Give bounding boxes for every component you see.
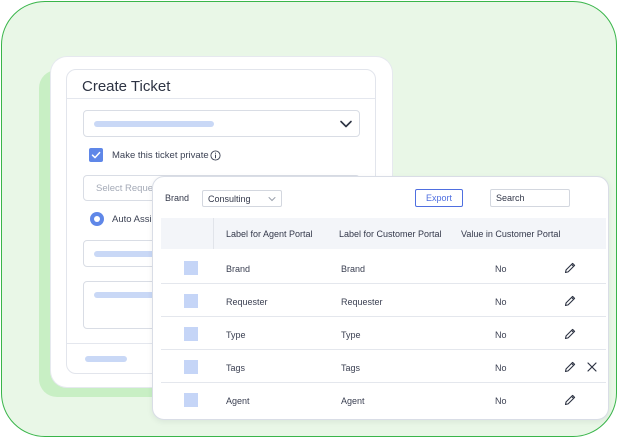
private-label: Make this ticket private (112, 150, 209, 161)
pencil-icon[interactable] (563, 393, 577, 407)
agent-label-cell: Agent (226, 396, 250, 406)
auto-assign-radio[interactable] (90, 212, 104, 226)
ticket-fields-table-card: Brand Consulting Export Search Label for… (152, 176, 609, 420)
search-input[interactable]: Search (490, 189, 570, 207)
pencil-icon[interactable] (563, 360, 577, 374)
value-cell: No (495, 297, 507, 307)
illustration-stage: Create Ticket Make this ticket private S… (0, 0, 620, 440)
value-cell: No (495, 396, 507, 406)
column-header-value: Value in Customer Portal (461, 229, 561, 239)
table-header: Label for Agent Portal Label for Custome… (161, 218, 606, 249)
value-cell: No (495, 264, 507, 274)
header-divider (213, 218, 214, 249)
table-row[interactable]: Brand Brand No (161, 251, 606, 284)
drag-handle[interactable] (184, 294, 198, 308)
drag-handle[interactable] (184, 327, 198, 341)
drag-handle[interactable] (184, 360, 198, 374)
agent-label-cell: Requester (226, 297, 268, 307)
customer-label-cell: Brand (341, 264, 366, 274)
drag-handle[interactable] (184, 261, 198, 275)
table-row[interactable]: Requester Requester No (161, 284, 606, 317)
customer-label-cell: Tags (341, 363, 361, 373)
table-row[interactable]: Tags Tags No (161, 350, 606, 383)
value-cell: No (495, 330, 507, 340)
brand-select[interactable]: Consulting (202, 190, 282, 207)
column-header-customer: Label for Customer Portal (339, 229, 442, 239)
title-divider (67, 98, 375, 99)
check-icon (91, 151, 101, 159)
customer-label-cell: Agent (341, 396, 365, 406)
value-cell: No (495, 363, 507, 373)
brand-select-value: Consulting (208, 194, 251, 204)
private-checkbox[interactable] (89, 148, 103, 162)
info-icon[interactable] (210, 150, 221, 161)
table-row[interactable]: Agent Agent No (161, 383, 606, 416)
export-button[interactable]: Export (415, 189, 463, 207)
pencil-icon[interactable] (563, 294, 577, 308)
customer-label-cell: Requester (341, 297, 383, 307)
auto-assign-label: Auto Assig (112, 214, 157, 225)
footer-placeholder-bar (85, 356, 127, 362)
pencil-icon[interactable] (563, 327, 577, 341)
drag-handle[interactable] (184, 393, 198, 407)
agent-label-cell: Tags (226, 363, 246, 373)
column-header-agent: Label for Agent Portal (226, 229, 313, 239)
chevron-down-icon (340, 120, 352, 128)
agent-label-cell: Brand (226, 264, 251, 274)
chevron-down-icon (268, 197, 276, 202)
table-row[interactable]: Type Type No (161, 317, 606, 350)
close-icon[interactable] (586, 361, 598, 373)
customer-label-cell: Type (341, 330, 361, 340)
form-title: Create Ticket (82, 78, 171, 95)
agent-label-cell: Type (226, 330, 246, 340)
requester-placeholder: Select Reque (96, 183, 154, 194)
pencil-icon[interactable] (563, 261, 577, 275)
placeholder-bar (94, 121, 214, 127)
ticket-dropdown[interactable] (83, 110, 360, 137)
brand-label: Brand (165, 193, 190, 203)
